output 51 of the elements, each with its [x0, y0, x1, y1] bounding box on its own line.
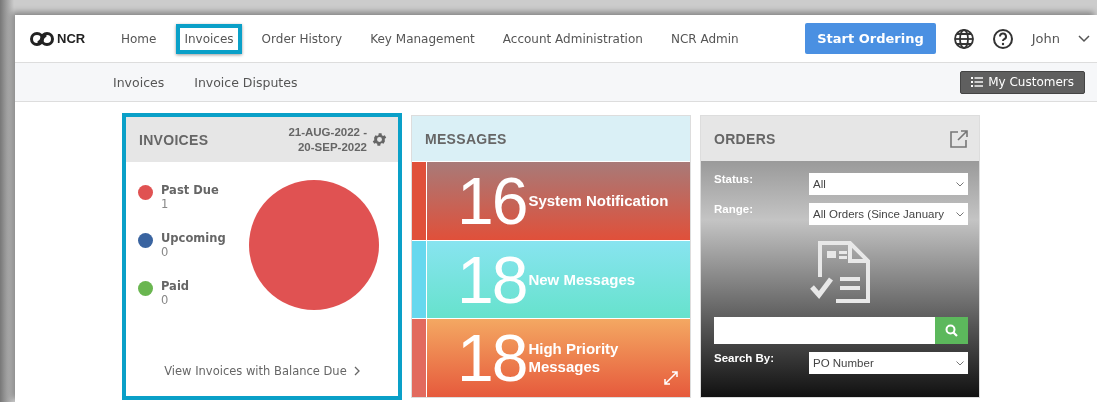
- dropdown[interactable]: PO Number: [809, 352, 968, 374]
- nav-link[interactable]: Invoices: [176, 23, 242, 54]
- chevron-down-icon: [956, 211, 964, 217]
- settings-icon[interactable]: [371, 131, 388, 148]
- legend-label: Paid: [161, 279, 190, 293]
- subnav-link[interactable]: Invoice Disputes: [194, 74, 298, 90]
- filter-label: Status:: [714, 173, 754, 185]
- message-label: New Messages: [528, 270, 636, 289]
- list-icon: [971, 77, 984, 87]
- legend-label: Past Due: [161, 183, 219, 197]
- chevron-down-icon: [956, 181, 964, 187]
- legend-count: 1: [161, 197, 170, 211]
- search-field[interactable]: [714, 317, 935, 344]
- help-icon[interactable]: [991, 27, 1014, 50]
- search-icon: [945, 324, 958, 337]
- chevron-down-icon: [956, 360, 964, 366]
- user-menu[interactable]: John: [1031, 31, 1060, 46]
- filter-label: Search By:: [714, 352, 776, 364]
- expand-icon[interactable]: [664, 371, 678, 385]
- logo-text: NCR: [57, 31, 86, 46]
- subnav-link[interactable]: Invoices: [113, 74, 165, 90]
- legend-count: 0: [161, 245, 170, 259]
- globe-icon[interactable]: [952, 27, 975, 50]
- card-title: INVOICES: [139, 131, 209, 148]
- dropdown[interactable]: All: [809, 173, 968, 195]
- nav-link[interactable]: Order History: [253, 23, 351, 54]
- message-label: High Priority Messages: [528, 340, 620, 377]
- filter-label: Range:: [714, 203, 754, 215]
- date-range: 20-SEP-2022: [297, 139, 367, 155]
- nav-link[interactable]: Account Administration: [494, 23, 651, 54]
- my-customers-button[interactable]: My Customers: [960, 70, 1085, 94]
- message-label: System Notification: [528, 191, 669, 210]
- search-button[interactable]: [935, 317, 968, 344]
- external-link-icon[interactable]: [949, 128, 969, 149]
- message-count: 18: [457, 325, 527, 392]
- card-title: MESSAGES: [425, 130, 507, 147]
- message-count: 16: [457, 167, 527, 234]
- chevron-down-icon[interactable]: [1078, 34, 1090, 43]
- message-count: 18: [457, 246, 527, 313]
- ncr-logo[interactable]: NCR: [30, 31, 113, 46]
- logo-icon: [30, 31, 56, 46]
- card-title: ORDERS: [714, 130, 776, 147]
- view-invoices-link[interactable]: View Invoices with Balance Due: [164, 364, 360, 378]
- legend-count: 0: [161, 293, 170, 307]
- dropdown[interactable]: All Orders (Since January: [809, 203, 968, 225]
- nav-link[interactable]: Key Management: [362, 23, 483, 54]
- legend-label: Upcoming: [161, 231, 226, 245]
- nav-link[interactable]: NCR Admin: [662, 23, 747, 54]
- nav-link[interactable]: Home: [113, 23, 165, 54]
- chevron-right-icon: [353, 366, 360, 376]
- date-range: 21-AUG-2022 -: [288, 124, 367, 140]
